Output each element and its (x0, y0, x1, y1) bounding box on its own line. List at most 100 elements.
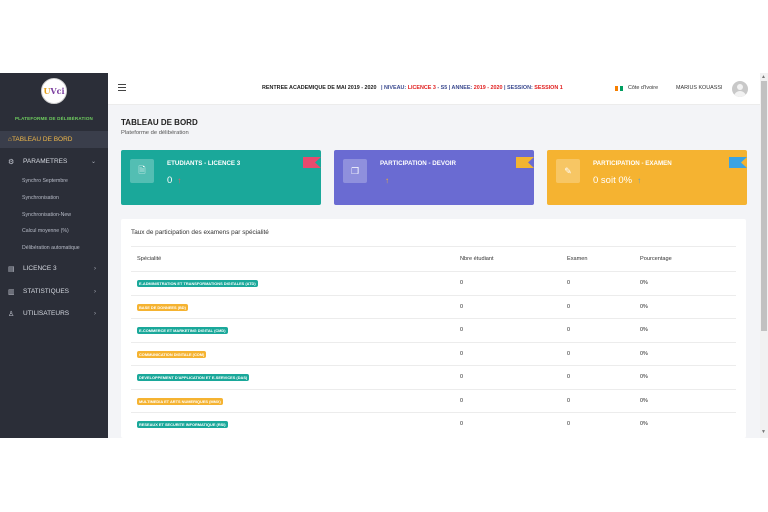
card-value-number: 0 (167, 175, 173, 186)
ribbon-decoration (303, 157, 321, 168)
academic-session-info: RENTREE ACADEMIQUE DE MAI 2019 - 2020 | … (262, 85, 563, 91)
arrow-up-icon: ↑ (385, 176, 389, 185)
app-window: U Vci PLATEFORME DE DÉLIBÉRATION ⌂ TABLEA… (0, 73, 768, 438)
flag-icon (615, 86, 624, 91)
nbre-etudiant-cell: 0 (460, 303, 463, 310)
annee-value: 2019 - 2020 (473, 85, 503, 91)
column-header-specialite: Spécialité (137, 256, 162, 262)
sidebar-item-label: STATISTIQUES (23, 288, 69, 295)
card-etudiants: 🗎 ETUDIANTS - LICENCE 3 0 ↑ (121, 150, 321, 205)
notes-icon: ❐ (343, 159, 367, 183)
top-bar: RENTREE ACADEMIQUE DE MAI 2019 - 2020 | … (108, 73, 760, 105)
arrow-up-icon: ↑ (177, 176, 182, 185)
chevron-right-icon: › (94, 288, 96, 295)
document-icon: 🗎 (130, 159, 154, 183)
sidebar-item-parametres[interactable]: ⚙ PARAMETRES ⌄ (0, 154, 108, 169)
specialite-badge: COMMUNICATION DIGITALE (COM) (137, 350, 207, 358)
divider (131, 246, 736, 247)
pen-icon: ✎ (556, 159, 580, 183)
user-name[interactable]: MARIUS KOUASSI (676, 85, 722, 91)
pourcentage-cell: 0% (640, 421, 648, 427)
examen-cell: 0 (567, 327, 570, 333)
sidebar: U Vci PLATEFORME DE DÉLIBÉRATION ⌂ TABLEA… (0, 73, 108, 438)
pourcentage-cell: 0% (640, 280, 648, 286)
nbre-etudiant-cell: 0 (460, 374, 463, 380)
sidebar-subitem-synchronisation-new[interactable]: Synchronisation-New (22, 212, 71, 218)
country-label: Côte d'Ivoire (628, 85, 659, 91)
ribbon-decoration (729, 157, 747, 168)
menu-toggle-icon[interactable] (118, 84, 126, 91)
participation-table-panel: Taux de participation des examens par sp… (121, 219, 746, 438)
examen-cell: 0 (567, 280, 570, 286)
avatar[interactable] (732, 81, 748, 97)
page-title: TABLEAU DE BORD (121, 118, 198, 127)
examen-cell: 0 (567, 421, 570, 427)
nbre-etudiant-cell: 0 (460, 397, 463, 404)
session-label: | SESSION: (504, 85, 533, 91)
platform-label: PLATEFORME DE DÉLIBÉRATION (14, 116, 94, 121)
card-value: 0 soit 0% ↑ (593, 175, 641, 186)
sidebar-item-statistiques[interactable]: ▥ STATISTIQUES › (0, 284, 108, 299)
table-row: RESEAUX ET SECURITE INFORMATIQUE (RSI) 0 0… (131, 412, 736, 436)
ribbon-decoration (516, 157, 534, 168)
specialite-badge: BASE DE DONNEES (BD) (137, 303, 188, 311)
table-row: MULTIMEDIA ET ARTS NUMERIQUES (MMX) 0 0 0% (131, 388, 736, 413)
pourcentage-cell: 0% (640, 350, 648, 357)
card-participation-devoir: ❐ PARTICIPATION - DEVOIR ↑ (334, 150, 534, 205)
specialite-badge: RESEAUX ET SECURITE INFORMATIQUE (RSI) (137, 421, 228, 428)
scroll-down-icon[interactable]: ▼ (761, 429, 766, 435)
column-header-examen: Examen (567, 256, 588, 262)
card-title: PARTICIPATION - EXAMEN (593, 160, 672, 167)
nbre-etudiant-cell: 0 (460, 280, 463, 286)
sidebar-item-label: UTILISATEURS (23, 310, 70, 317)
panel-title: Taux de participation des examens par sp… (131, 229, 269, 236)
chevron-down-icon: ⌄ (90, 159, 96, 165)
specialite-badge: E-ADMINISTRATION ET TRANSFORMATIONS DIGI… (137, 280, 258, 287)
table-row: E-ADMINISTRATION ET TRANSFORMATIONS DIGI… (131, 271, 736, 295)
sidebar-item-label: LICENCE 3 (23, 265, 57, 272)
specialite-badge: DEVELOPPEMENT D'APPLICATION ET E-SERVICE… (137, 374, 250, 381)
sidebar-subitem-calcul-moyenne[interactable]: Calcul moyenne (%) (22, 228, 69, 234)
annee-label: | ANNEE: (448, 85, 473, 91)
card-value: ↑ (380, 175, 389, 186)
pourcentage-cell: 0% (640, 397, 648, 404)
sidebar-item-label: PARAMETRES (23, 158, 68, 165)
pourcentage-cell: 0% (640, 327, 648, 333)
arrow-up-icon: ↑ (637, 176, 642, 185)
sidebar-subitem-synchronisation[interactable]: Synchronisation (22, 195, 59, 201)
sidebar-subitem-synchro-septembre[interactable]: Synchro Septembre (22, 178, 68, 184)
gear-icon: ⚙ (8, 158, 15, 166)
scroll-up-icon[interactable]: ▲ (761, 74, 766, 80)
niveau-label: | NIVEAU: (381, 85, 407, 91)
niveau-value: LICENCE 3 (407, 85, 436, 91)
sidebar-item-licence[interactable]: ▤ LICENCE 3 › (0, 261, 108, 276)
user-icon: ♙ (8, 310, 15, 318)
table-row: E-COMMERCE ET MARKETING DIGITAL (CMD) 0 0 0… (131, 318, 736, 342)
specialite-badge: MULTIMEDIA ET ARTS NUMERIQUES (MMX) (137, 397, 223, 405)
table-row: COMMUNICATION DIGITALE (COM) 0 0 0% (131, 341, 736, 366)
card-participation-examen: ✎ PARTICIPATION - EXAMEN 0 soit 0% ↑ (547, 150, 747, 205)
page-subtitle: Plateforme de délibération (121, 130, 189, 136)
chevron-right-icon: › (94, 310, 96, 317)
nbre-etudiant-cell: 0 (460, 350, 463, 357)
sidebar-item-utilisateurs[interactable]: ♙ UTILISATEURS › (0, 306, 108, 321)
nbre-etudiant-cell: 0 (460, 421, 463, 427)
document-icon: ▤ (8, 265, 15, 273)
pourcentage-cell: 0% (640, 374, 648, 380)
card-value: 0 ↑ (167, 175, 181, 186)
card-title: ETUDIANTS - LICENCE 3 (167, 160, 241, 167)
column-header-nbre-etudiant: Nbre étudiant (460, 256, 494, 262)
app-logo[interactable]: U Vci (41, 78, 67, 104)
examen-cell: 0 (567, 350, 570, 357)
examen-cell: 0 (567, 397, 570, 404)
session-value: SESSION 1 (534, 85, 563, 91)
card-value-number: 0 soit 0% (593, 175, 633, 186)
examen-cell: 0 (567, 303, 570, 310)
sidebar-subitem-deliberation-automatique[interactable]: Délibération automatique (22, 245, 80, 251)
scrollbar-thumb[interactable] (761, 81, 767, 331)
specialite-badge: E-COMMERCE ET MARKETING DIGITAL (CMD) (137, 327, 228, 334)
examen-cell: 0 (567, 374, 570, 380)
sidebar-item-dashboard[interactable]: ⌂ TABLEAU DE BORD (0, 131, 108, 148)
nbre-etudiant-cell: 0 (460, 327, 463, 333)
column-header-pourcentage: Pourcentage (640, 256, 672, 262)
